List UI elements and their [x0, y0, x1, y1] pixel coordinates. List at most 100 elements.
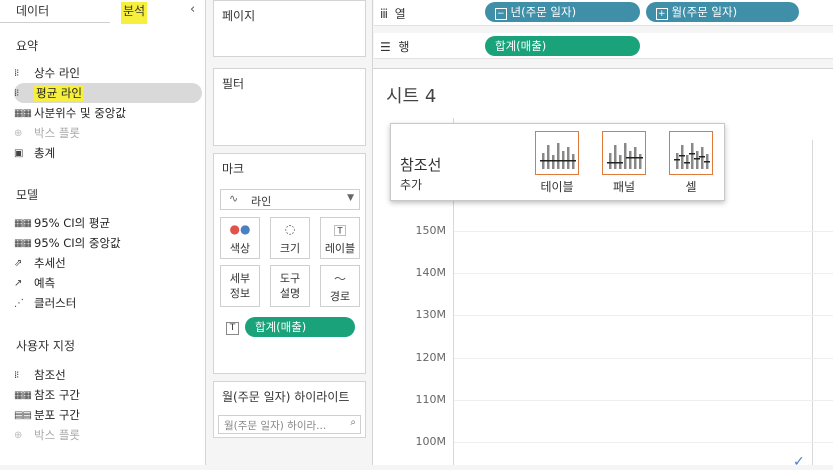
analytics-item[interactable]: ▦▦ 95% CI의 평균 — [14, 213, 202, 233]
columns-shelf-label: iii 열 — [380, 7, 406, 21]
analytics-item[interactable]: ▦▦ 참조 구간 — [14, 385, 202, 405]
analytics-item: ⊕ 박스 플롯 — [14, 425, 202, 445]
label-button[interactable]: 🅃 레이블 — [320, 217, 360, 259]
columns-shelf[interactable]: iii 열 − 년(주문 일자) + 월(주문 일자) — [374, 0, 833, 26]
table-scope-label: 테이블 — [540, 180, 574, 194]
popup-subtitle: 추가 — [400, 178, 423, 192]
analytics-item[interactable]: ↗ 예측 — [14, 273, 202, 293]
pane-scope-icon — [607, 143, 643, 169]
tab-analysis[interactable]: 분석 — [121, 2, 148, 24]
analytics-item-label: 사분위수 및 중앙값 — [34, 106, 126, 120]
collapse-pane-icon[interactable]: ‹ — [190, 2, 195, 17]
table-scope-option[interactable] — [535, 131, 579, 175]
analytics-item[interactable]: ⋰ 클러스터 — [14, 293, 202, 313]
section-title: 사용자 지정 — [16, 339, 76, 353]
analytics-item-label: 클러스터 — [34, 296, 77, 310]
pane-scope-option[interactable] — [602, 131, 646, 175]
distribution-band-icon: ▤▤ — [14, 409, 32, 421]
analytics-item[interactable]: ⁞⁝ 참조선 — [14, 365, 202, 385]
column-pill-month[interactable]: + 월(주문 일자) — [646, 2, 799, 22]
y-tick-label: 100M — [415, 435, 447, 448]
column-pill-month-label: 월(주문 일자) — [671, 5, 738, 19]
gridline — [454, 231, 833, 232]
color-button[interactable]: ●● 색상 — [220, 217, 260, 259]
boxplot-icon: ⊕ — [14, 429, 22, 441]
analytics-item-label: 95% CI의 평균 — [34, 216, 111, 230]
quartile-icon: ▦▦ — [14, 107, 32, 119]
constant-line-icon: ⁞⁝ — [14, 67, 19, 79]
analytics-item-label: 분포 구간 — [34, 408, 80, 422]
tab-divider — [0, 22, 110, 23]
trendline-icon: ⇗ — [14, 257, 22, 269]
y-tick-label: 150M — [415, 224, 447, 237]
filters-card[interactable]: 필터 — [213, 68, 366, 146]
rows-shelf-label: ☰ 행 — [380, 40, 410, 54]
column-pill-year[interactable]: − 년(주문 일자) — [485, 2, 640, 22]
tooltip-button[interactable]: 도구 설명 — [270, 265, 310, 307]
color-icon: ●● — [229, 222, 251, 236]
path-icon: 〜 — [333, 272, 346, 286]
reference-line-dropzone: 참조선 추가 테이블 패널 셀 — [390, 123, 725, 201]
analytics-item[interactable]: ⁞⁝ 상수 라인 — [14, 63, 202, 83]
ci-median-icon: ▦▦ — [14, 237, 32, 249]
sheet-title[interactable]: 시트 4 — [386, 82, 436, 108]
label-icon: 🅃 — [333, 224, 346, 238]
section-title: 모델 — [16, 188, 39, 202]
reference-band-icon: ▦▦ — [14, 389, 32, 401]
analytics-item-label: 예측 — [34, 276, 56, 290]
ci-mean-icon: ▦▦ — [14, 217, 32, 229]
analytics-item[interactable]: ▦▦ 사분위수 및 중앙값 — [14, 103, 202, 123]
tooltip-label: 도구 설명 — [279, 272, 301, 300]
section-title: 요약 — [16, 39, 39, 53]
average-line-icon: ⁞⁝ — [14, 87, 19, 99]
cell-scope-option[interactable] — [669, 131, 713, 175]
cell-scope-label: 셀 — [685, 180, 697, 194]
size-label: 크기 — [279, 242, 301, 255]
analytics-item[interactable]: ⁞⁝ 평균 라인 — [14, 83, 202, 103]
highlight-card-title: 월(주문 일자) 하이라이트 — [222, 390, 350, 404]
size-button[interactable]: ◌ 크기 — [270, 217, 310, 259]
highlight-placeholder: 월(주문 일자) 하이라... — [224, 420, 327, 432]
gridline — [454, 400, 833, 401]
pages-card[interactable]: 페이지 — [213, 0, 366, 57]
analytics-item[interactable]: ▣ 총계 — [14, 143, 202, 163]
highlight-search-input[interactable]: 월(주문 일자) 하이라... ⌕ — [218, 415, 361, 434]
cell-scope-icon — [674, 143, 710, 169]
detail-button[interactable]: 세부 정보 — [220, 265, 260, 307]
analytics-item[interactable]: ⇗ 추세선 — [14, 253, 202, 273]
gridline — [454, 358, 833, 359]
analytics-pane: 데이터 분석 ‹ 요약 ⁞⁝ 상수 라인 ⁞⁝ 평균 라인 ▦▦ 사분위수 및 중앙값 ⊕ 박스… — [0, 0, 206, 465]
analytics-item-label: 박스 플롯 — [34, 126, 80, 140]
marks-card: 마크 ∿ 라인 ▼ ●● 색상 ◌ 크기 🅃 레이블 세부 정보 도구 설명 〜 경로 … — [213, 153, 366, 374]
line-mark-icon: ∿ — [229, 192, 239, 205]
filters-card-title: 필터 — [222, 77, 245, 91]
column-pill-year-label: 년(주문 일자) — [510, 5, 577, 19]
pane-scope-label: 패널 — [612, 180, 636, 194]
analytics-item-label: 95% CI의 중앙값 — [34, 236, 121, 250]
y-tick-label: 140M — [415, 266, 447, 279]
mark-type-dropdown[interactable]: ∿ 라인 ▼ — [220, 189, 360, 210]
size-icon: ◌ — [284, 222, 296, 236]
forecast-icon: ↗ — [14, 277, 22, 289]
path-button[interactable]: 〜 경로 — [320, 265, 360, 307]
analytics-item[interactable]: ▤▤ 분포 구간 — [14, 405, 202, 425]
marks-sum-sales-pill[interactable]: 합계(매출) — [245, 317, 355, 337]
rows-shelf[interactable]: ☰ 행 합계(매출) — [374, 33, 833, 59]
text-mark-icon: T — [226, 322, 239, 335]
y-tick-label: 110M — [415, 393, 447, 406]
marks-card-title: 마크 — [222, 162, 245, 176]
tab-data[interactable]: 데이터 — [16, 0, 49, 22]
highlight-card: 월(주문 일자) 하이라이트 월(주문 일자) 하이라... ⌕ — [213, 381, 366, 438]
analytics-item-label: 상수 라인 — [34, 66, 80, 80]
analytics-item-label: 총계 — [34, 146, 56, 160]
analytics-item: ⊕ 박스 플롯 — [14, 123, 202, 143]
popup-title: 참조선 — [400, 156, 442, 174]
analytics-item-label: 추세선 — [34, 256, 66, 270]
collapse-icon: − — [495, 8, 507, 20]
detail-label: 세부 정보 — [229, 272, 251, 300]
analytics-item[interactable]: ▦▦ 95% CI의 중앙값 — [14, 233, 202, 253]
row-pill-sum-sales[interactable]: 합계(매출) — [485, 36, 640, 56]
analytics-item-label: 참조 구간 — [34, 388, 80, 402]
pages-card-title: 페이지 — [222, 9, 256, 23]
y-tick-label: 130M — [415, 308, 447, 321]
